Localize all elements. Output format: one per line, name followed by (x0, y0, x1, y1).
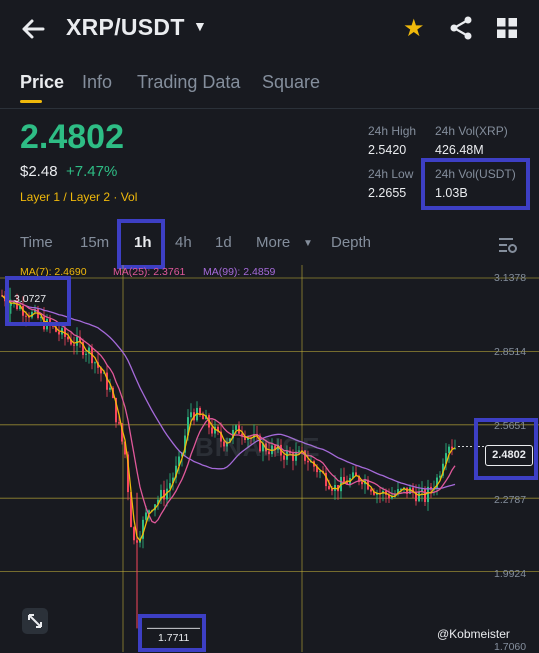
candle-body (76, 336, 78, 346)
candle-body (106, 372, 108, 390)
low-value: 2.2655 (368, 186, 407, 200)
highlight-box-low (138, 614, 206, 652)
high-value: 2.5420 (368, 143, 407, 157)
tab-square[interactable]: Square (262, 72, 320, 93)
candle-body (331, 489, 333, 491)
ma7-line (1, 295, 456, 542)
chart-settings-icon[interactable] (498, 236, 518, 254)
highlight-box-price (474, 418, 538, 480)
candle-body (370, 489, 372, 492)
caret-down-icon[interactable]: ▼ (193, 18, 207, 34)
y-axis-label: 2.2787 (494, 494, 527, 506)
pair-title[interactable]: XRP/USDT (66, 14, 185, 41)
share-icon[interactable] (448, 15, 474, 41)
tf-time[interactable]: Time (20, 234, 53, 251)
divider (0, 108, 539, 109)
tab-price[interactable]: Price (20, 72, 64, 93)
candle-body (94, 362, 96, 364)
expand-icon[interactable] (22, 608, 48, 634)
candle-body (118, 422, 120, 424)
candle-body (73, 344, 75, 346)
watermark: BINANCE (195, 432, 321, 462)
tf-15m[interactable]: 15m (80, 234, 109, 251)
candle-body (361, 481, 363, 485)
candle-body (85, 353, 87, 355)
arrow-left-icon[interactable] (18, 14, 48, 44)
usd-price: $2.48 (20, 163, 58, 180)
category-tags[interactable]: Layer 1 / Layer 2 · Vol (20, 190, 137, 204)
ma99-label: MA(99): 2.4859 (203, 266, 276, 278)
tf-more[interactable]: More (256, 234, 290, 251)
star-icon[interactable]: ★ (403, 14, 425, 43)
tf-1d[interactable]: 1d (215, 234, 232, 251)
y-axis-label: 2.8514 (494, 346, 527, 358)
y-axis-label: 3.1378 (494, 272, 527, 284)
tf-4h[interactable]: 4h (175, 234, 192, 251)
low-label: 24h Low (368, 167, 414, 181)
highlight-box-high (5, 276, 71, 326)
grid-icon[interactable] (497, 18, 517, 38)
candle-body (58, 331, 60, 335)
y-axis-label: 1.9924 (494, 568, 527, 580)
ma25-label: MA(25): 2.3761 (113, 266, 186, 278)
tab-trading-data[interactable]: Trading Data (137, 72, 240, 93)
candle-body (343, 476, 345, 482)
last-price: 2.4802 (20, 118, 124, 156)
candle-body (424, 489, 426, 503)
candle-body (328, 486, 330, 490)
candle-body (202, 414, 204, 420)
candle-body (235, 425, 237, 430)
high-label: 24h High (368, 124, 417, 138)
chevron-down-icon[interactable]: ▼ (303, 238, 313, 249)
tab-info[interactable]: Info (82, 72, 112, 93)
candle-body (190, 412, 192, 418)
candle-body (145, 512, 147, 520)
candle-body (109, 387, 111, 390)
header-bar: XRP/USDT ▼ ★ (0, 0, 539, 58)
vol-xrp-value: 426.48M (435, 143, 484, 157)
candle-body (319, 471, 321, 473)
candle-body (418, 492, 420, 502)
candle-body (133, 527, 135, 541)
ma25-line (1, 295, 456, 524)
highlight-box-vol-usdt (421, 158, 530, 210)
active-tab-indicator (20, 100, 42, 103)
tf-depth[interactable]: Depth (331, 234, 371, 251)
price-change-percent: +7.47% (66, 163, 118, 180)
vol-xrp-label: 24h Vol(XRP) (435, 124, 508, 138)
y-axis-label: 1.7060 (494, 641, 527, 653)
credit-label: @Kobmeister (437, 627, 510, 641)
